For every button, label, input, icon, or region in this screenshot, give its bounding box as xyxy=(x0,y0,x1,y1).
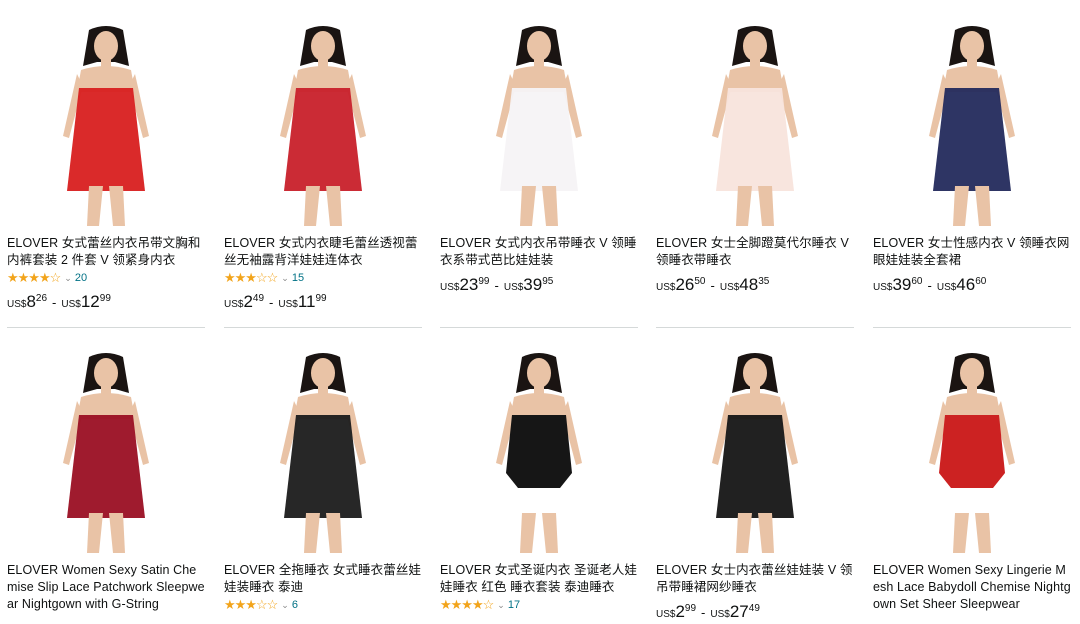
product-card[interactable]: ELOVER Women Sexy Satin Chemise Slip Lac… xyxy=(7,353,205,613)
product-image[interactable] xyxy=(440,353,638,553)
price-currency-label: US$ xyxy=(656,609,676,620)
price-whole: 2 xyxy=(675,602,685,621)
price-fraction: 35 xyxy=(758,276,770,287)
product-title-link[interactable]: ELOVER 全拖睡衣 女式睡衣蕾丝娃娃装睡衣 泰迪 xyxy=(224,562,422,596)
price-fraction: 60 xyxy=(911,276,923,287)
product-card[interactable]: ELOVER 女式蕾丝内衣吊带文胸和内裤套装 2 件套 V 领紧身内衣 ★★★★☆… xyxy=(7,26,205,314)
product-grid: ELOVER 女式蕾丝内衣吊带文胸和内裤套装 2 件套 V 领紧身内衣 ★★★★☆… xyxy=(0,0,1080,621)
price-currency-label: US$ xyxy=(936,282,957,293)
product-card[interactable]: ELOVER 女式圣诞内衣 圣诞老人娃娃睡衣 红色 睡衣套装 泰迪睡衣 ★★★★☆… xyxy=(440,353,638,613)
price-whole: 23 xyxy=(459,275,479,294)
price-whole: 11 xyxy=(297,292,316,311)
price-range-separator: - xyxy=(269,295,274,310)
product-card[interactable]: ELOVER Women Sexy Lingerie Mesh Lace Bab… xyxy=(873,353,1071,613)
price-whole: 27 xyxy=(729,602,749,621)
price-whole: 26 xyxy=(675,275,695,294)
product-card[interactable]: ELOVER 女士性感内衣 V 领睡衣网眼娃娃装全套裙 US$ 39 60- US$ 46… xyxy=(873,26,1071,297)
price-whole: 39 xyxy=(892,275,912,294)
star-rating-icon[interactable]: ★★★☆☆ xyxy=(224,597,278,613)
price-whole: 2 xyxy=(243,292,253,311)
price-range: US$ 39 60- US$ 46 60 xyxy=(873,275,1071,297)
product-title-link[interactable]: ELOVER 女士性感内衣 V 领睡衣网眼娃娃装全套裙 xyxy=(873,235,1071,269)
product-card[interactable]: ELOVER 女式内衣睫毛蕾丝透视蕾丝无袖露背洋娃娃连体衣 ★★★☆☆ ⌄ 15 US$… xyxy=(224,26,422,314)
product-title-link[interactable]: ELOVER 女士内衣蕾丝娃娃装 V 领吊带睡裙网纱睡衣 xyxy=(656,562,854,596)
product-title-link[interactable]: ELOVER 女式蕾丝内衣吊带文胸和内裤套装 2 件套 V 领紧身内衣 xyxy=(7,235,205,269)
product-rating: ★★★★☆ ⌄ 17 xyxy=(440,597,638,613)
product-image[interactable] xyxy=(7,26,205,226)
row-divider xyxy=(440,327,638,328)
rating-count-link[interactable]: 6 xyxy=(292,599,298,611)
price-currency-label: US$ xyxy=(719,282,740,293)
product-title-link[interactable]: ELOVER 女式圣诞内衣 圣诞老人娃娃睡衣 红色 睡衣套装 泰迪睡衣 xyxy=(440,562,638,596)
chevron-down-icon[interactable]: ⌄ xyxy=(281,273,289,284)
rating-count-link[interactable]: 17 xyxy=(508,599,520,611)
product-title-link[interactable]: ELOVER 女式内衣睫毛蕾丝透视蕾丝无袖露背洋娃娃连体衣 xyxy=(224,235,422,269)
product-card[interactable]: ELOVER 女式内衣吊带睡衣 V 领睡衣系带式芭比娃娃装 US$ 23 99- US$… xyxy=(440,26,638,297)
price-range: US$ 26 50- US$ 48 35 xyxy=(656,275,854,297)
chevron-down-icon[interactable]: ⌄ xyxy=(497,600,505,611)
price-range-separator: - xyxy=(927,278,932,293)
star-rating-icon[interactable]: ★★★☆☆ xyxy=(224,270,278,286)
product-card[interactable]: ELOVER 女士内衣蕾丝娃娃装 V 领吊带睡裙网纱睡衣 US$ 2 99- US$ 27… xyxy=(656,353,854,624)
price-currency-label: US$ xyxy=(503,282,524,293)
product-image[interactable] xyxy=(656,353,854,553)
price-fraction: 99 xyxy=(478,276,490,287)
price-range: US$ 23 99- US$ 39 95 xyxy=(440,275,638,297)
price-currency-label: US$ xyxy=(224,299,244,310)
product-image[interactable] xyxy=(440,26,638,226)
price-range-separator: - xyxy=(710,278,715,293)
chevron-down-icon[interactable]: ⌄ xyxy=(281,600,289,611)
price-currency-label: US$ xyxy=(7,299,27,310)
price-currency-label: US$ xyxy=(278,299,298,310)
product-card[interactable]: ELOVER 女士全脚蹬莫代尔睡衣 V 领睡衣带睡衣 US$ 26 50- US$ 48 3… xyxy=(656,26,854,297)
row-divider xyxy=(656,327,854,328)
price-range: US$ 8 26- US$ 12 99 xyxy=(7,292,205,314)
product-title-link[interactable]: ELOVER 女式内衣吊带睡衣 V 领睡衣系带式芭比娃娃装 xyxy=(440,235,638,269)
product-image[interactable] xyxy=(7,353,205,553)
product-card[interactable]: ELOVER 全拖睡衣 女式睡衣蕾丝娃娃装睡衣 泰迪 ★★★☆☆ ⌄ 6 xyxy=(224,353,422,613)
price-range: US$ 2 49- US$ 11 99 xyxy=(224,292,422,314)
product-rating: ★★★☆☆ ⌄ 6 xyxy=(224,597,422,613)
price-whole: 12 xyxy=(80,292,100,311)
rating-count-link[interactable]: 20 xyxy=(75,272,87,284)
price-fraction: 49 xyxy=(748,603,760,614)
price-currency-label: US$ xyxy=(440,282,460,293)
product-image[interactable] xyxy=(224,26,422,226)
price-currency-label: US$ xyxy=(873,282,893,293)
price-fraction: 49 xyxy=(252,293,265,304)
price-range-separator: - xyxy=(494,278,499,293)
price-whole: 48 xyxy=(739,275,759,294)
price-fraction: 60 xyxy=(975,276,987,287)
star-rating-icon[interactable]: ★★★★☆ xyxy=(440,597,494,613)
rating-count-link[interactable]: 15 xyxy=(292,272,304,284)
price-currency-label: US$ xyxy=(656,282,676,293)
price-range-separator: - xyxy=(52,295,57,310)
product-image[interactable] xyxy=(873,26,1071,226)
price-fraction: 99 xyxy=(315,293,327,304)
star-rating-icon[interactable]: ★★★★☆ xyxy=(7,270,61,286)
price-fraction: 99 xyxy=(684,603,697,614)
price-whole: 39 xyxy=(523,275,543,294)
price-fraction: 99 xyxy=(99,293,111,304)
product-image[interactable] xyxy=(873,353,1071,553)
price-currency-label: US$ xyxy=(710,609,730,620)
product-rating: ★★★☆☆ ⌄ 15 xyxy=(224,270,422,286)
row-divider xyxy=(873,327,1071,328)
row-divider xyxy=(7,327,205,328)
product-image[interactable] xyxy=(224,353,422,553)
price-whole: 46 xyxy=(956,275,976,294)
price-fraction: 95 xyxy=(542,276,554,287)
chevron-down-icon[interactable]: ⌄ xyxy=(64,273,72,284)
product-title-link[interactable]: ELOVER Women Sexy Satin Chemise Slip Lac… xyxy=(7,562,205,613)
product-rating: ★★★★☆ ⌄ 20 xyxy=(7,270,205,286)
price-fraction: 26 xyxy=(35,293,48,304)
product-title-link[interactable]: ELOVER Women Sexy Lingerie Mesh Lace Bab… xyxy=(873,562,1071,613)
product-title-link[interactable]: ELOVER 女士全脚蹬莫代尔睡衣 V 领睡衣带睡衣 xyxy=(656,235,854,269)
price-range: US$ 2 99- US$ 27 49 xyxy=(656,602,854,624)
row-divider xyxy=(224,327,422,328)
price-fraction: 50 xyxy=(694,276,706,287)
product-image[interactable] xyxy=(656,26,854,226)
price-currency-label: US$ xyxy=(61,299,81,310)
price-whole: 8 xyxy=(26,292,36,311)
